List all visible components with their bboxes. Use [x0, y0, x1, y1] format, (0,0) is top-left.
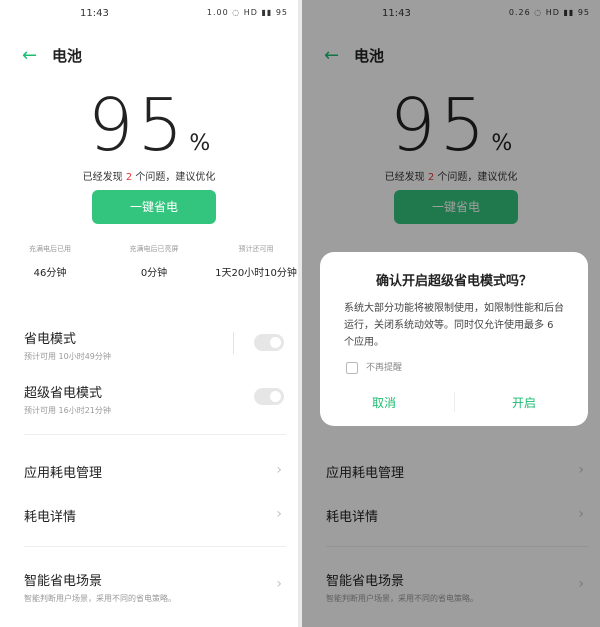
- row-subtitle: 预计可用 16小时21分钟: [24, 406, 111, 415]
- stat-label: 预计还可用: [238, 245, 274, 253]
- status-icons: 1.00 ◌ HD ▮▮ 95: [206, 8, 288, 17]
- page-title: 电池: [52, 47, 83, 65]
- section-divider: [24, 546, 286, 547]
- stat-value: 46分钟: [33, 268, 67, 279]
- divider: [233, 332, 234, 354]
- power-saving-toggle[interactable]: [254, 334, 284, 351]
- stat-label: 充满电后已用: [29, 245, 71, 253]
- dialog-body: 系统大部分功能将被限制使用，如限制性能和后台运行，关闭系统动效等。同时仅允许使用…: [344, 303, 564, 348]
- super-saving-toggle[interactable]: [254, 388, 284, 405]
- stat-used: 充满电后已用 46分钟: [0, 244, 100, 279]
- dialog-title: 确认开启超级省电模式吗？: [375, 274, 532, 289]
- power-detail-row[interactable]: 耗电详情 ›: [24, 506, 286, 525]
- status-bar: 11:43 1.00 ◌ HD ▮▮ 95: [0, 8, 298, 22]
- issue-suffix: 个问题，建议优化: [135, 172, 216, 183]
- cancel-button[interactable]: 取消: [372, 394, 396, 411]
- optimize-button[interactable]: 一键省电: [92, 190, 216, 224]
- row-subtitle: 预计可用 10小时49分钟: [24, 352, 111, 361]
- confirm-dialog: 确认开启超级省电模式吗？ 系统大部分功能将被限制使用，如限制性能和后台运行，关闭…: [320, 252, 588, 426]
- section-divider: [24, 434, 286, 435]
- confirm-button[interactable]: 开启: [512, 394, 536, 411]
- chevron-right-icon: ›: [276, 462, 282, 478]
- smart-scene-row[interactable]: 智能省电场景 智能判断用户场景，采用不同的省电策略。 ›: [24, 570, 286, 604]
- battery-percent: 95: [87, 83, 188, 167]
- stat-value: 0分钟: [140, 268, 168, 279]
- row-title: 超级省电模式: [24, 386, 103, 401]
- row-subtitle: 智能判断用户场景，采用不同的省电策略。: [24, 594, 176, 603]
- super-saving-row[interactable]: 超级省电模式 预计可用 16小时21分钟: [24, 382, 286, 416]
- row-title: 耗电详情: [24, 510, 77, 525]
- issue-prefix: 已经发现: [82, 172, 123, 183]
- app-power-row[interactable]: 应用耗电管理 ›: [24, 462, 286, 481]
- row-title: 智能省电场景: [24, 574, 103, 589]
- row-title: 省电模式: [24, 332, 77, 347]
- arrow-left-icon[interactable]: ←: [22, 46, 37, 66]
- stat-remaining: 预计还可用 1天20小时10分钟: [206, 244, 298, 279]
- checkbox-icon[interactable]: [346, 361, 358, 374]
- dont-remind-checkbox[interactable]: 不再提醒: [346, 360, 402, 374]
- battery-screen: 11:43 1.00 ◌ HD ▮▮ 95 ← 电池 95% 已经发现 2 个问…: [0, 0, 298, 627]
- button-divider: [454, 392, 455, 412]
- stat-screen: 充满电后已亮屏 0分钟: [104, 244, 204, 279]
- chevron-right-icon: ›: [276, 506, 282, 522]
- stat-value: 1天20小时10分钟: [215, 268, 297, 279]
- percent-unit: %: [189, 131, 211, 156]
- checkbox-label: 不再提醒: [366, 363, 403, 373]
- stat-label: 充满电后已亮屏: [129, 245, 179, 253]
- row-title: 应用耗电管理: [24, 466, 103, 481]
- issue-text: 已经发现 2 个问题，建议优化: [0, 168, 298, 183]
- screenshot: 11:43 1.00 ◌ HD ▮▮ 95 ← 电池 95% 已经发现 2 个问…: [0, 0, 600, 627]
- issue-count: 2: [125, 172, 133, 183]
- power-saving-row[interactable]: 省电模式 预计可用 10小时49分钟: [24, 328, 286, 362]
- chevron-right-icon: ›: [276, 576, 282, 592]
- stats-row: 充满电后已用 46分钟 充满电后已亮屏 0分钟 预计还可用 1天20小时10分钟: [0, 244, 298, 284]
- battery-level: 95%: [0, 85, 298, 165]
- status-time: 11:43: [80, 8, 109, 19]
